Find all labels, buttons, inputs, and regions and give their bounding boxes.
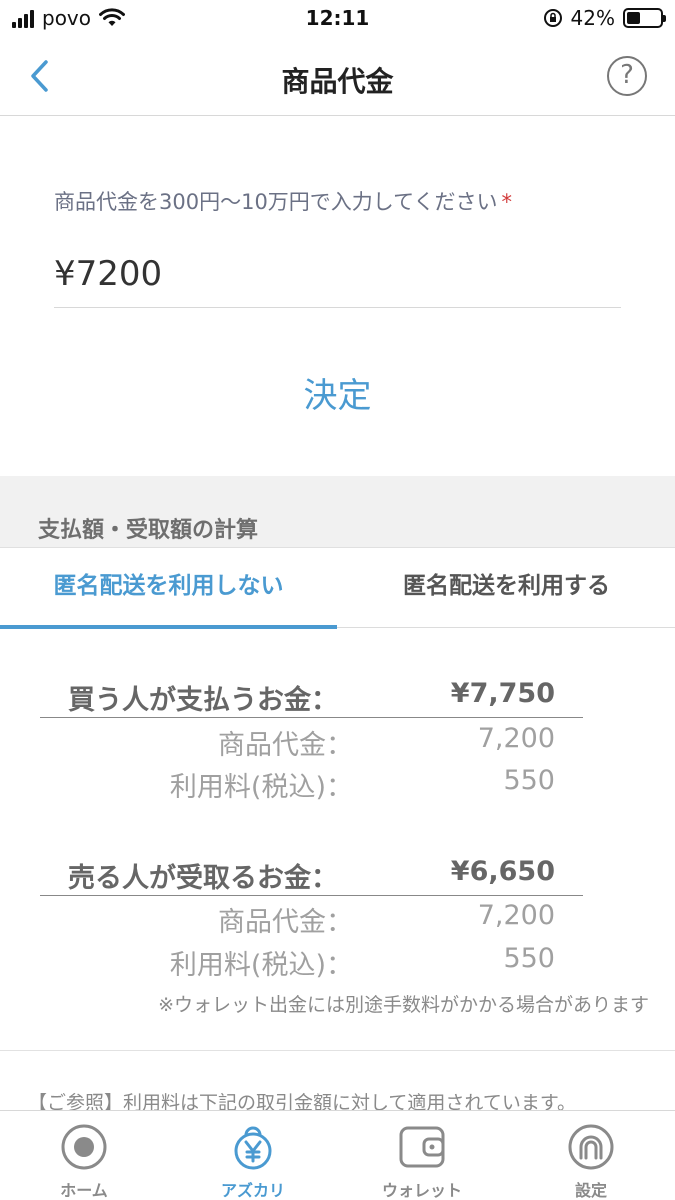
price-input[interactable] <box>54 240 621 308</box>
tab-no-anonymous-shipping[interactable]: 匿名配送を利用しない <box>0 548 337 629</box>
help-icon[interactable]: ? <box>607 56 647 96</box>
home-icon <box>61 1124 107 1170</box>
settings-icon <box>568 1124 614 1170</box>
divider <box>0 1050 675 1051</box>
withdrawal-fee-note: ※ウォレット出金には別途手数料がかかる場合があります <box>158 994 649 1016</box>
buyer-fee-value: 550 <box>503 765 555 796</box>
seller-item-price-label: 商品代金： <box>218 907 353 938</box>
price-input-label: 商品代金を300円〜10万円で入力してください * <box>54 186 512 216</box>
buyer-item-price-label: 商品代金： <box>218 730 353 761</box>
seller-total-row: 売る人が受取るお金： ¥6,650 <box>40 856 583 896</box>
tab-bar-settings[interactable]: 設定 <box>507 1111 675 1200</box>
calc-section-title: 支払額・受取額の計算 <box>38 518 259 543</box>
buyer-fee-row: 利用料(税込)： 550 <box>40 765 583 805</box>
decide-button[interactable]: 決定 <box>0 368 675 417</box>
buyer-total-row: 買う人が支払うお金： ¥7,750 <box>40 678 583 718</box>
buyer-item-price-value: 7,200 <box>477 723 555 754</box>
wallet-icon <box>399 1126 445 1168</box>
orientation-lock-icon <box>543 9 562 27</box>
page-title: 商品代金 <box>281 65 394 98</box>
bottom-tab-bar: ホーム アズカリ ウォレット 設定 <box>0 1110 675 1200</box>
navigation-bar: 商品代金 ? <box>0 40 675 116</box>
required-mark: * <box>501 190 513 214</box>
tab-bar-azukari-label: アズカリ <box>220 1181 285 1200</box>
seller-fee-label: 利用料(税込)： <box>169 950 353 981</box>
battery-icon <box>623 8 666 28</box>
tab-bar-azukari[interactable]: アズカリ <box>169 1111 337 1200</box>
buyer-total-value: ¥7,750 <box>450 678 555 709</box>
tab-bar-wallet[interactable]: ウォレット <box>338 1111 506 1200</box>
battery-percentage: 42% <box>570 6 615 30</box>
calc-section-header: 支払額・受取額の計算 <box>0 476 675 548</box>
tab-anonymous-shipping[interactable]: 匿名配送を利用する <box>338 548 675 628</box>
price-input-label-text: 商品代金を300円〜10万円で入力してください <box>54 190 498 214</box>
buyer-fee-label: 利用料(税込)： <box>169 772 353 803</box>
tab-bar-home[interactable]: ホーム <box>0 1111 168 1200</box>
tab-bar-wallet-label: ウォレット <box>381 1181 462 1200</box>
status-bar: povo 12:11 42% <box>0 0 675 40</box>
seller-total-label: 売る人が受取るお金： <box>68 863 338 894</box>
seller-fee-row: 利用料(税込)： 550 <box>40 943 583 983</box>
shipping-tabs: 匿名配送を利用しない 匿名配送を利用する <box>0 548 675 629</box>
azukari-icon <box>234 1126 272 1170</box>
seller-fee-value: 550 <box>503 943 555 974</box>
buyer-item-price-row: 商品代金： 7,200 <box>40 723 583 763</box>
status-right: 42% <box>543 6 666 30</box>
seller-item-price-row: 商品代金： 7,200 <box>40 900 583 940</box>
tab-bar-home-label: ホーム <box>60 1181 108 1200</box>
tab-bar-settings-label: 設定 <box>574 1181 607 1200</box>
seller-total-value: ¥6,650 <box>450 856 555 887</box>
buyer-total-label: 買う人が支払うお金： <box>68 685 338 716</box>
seller-item-price-value: 7,200 <box>477 900 555 931</box>
